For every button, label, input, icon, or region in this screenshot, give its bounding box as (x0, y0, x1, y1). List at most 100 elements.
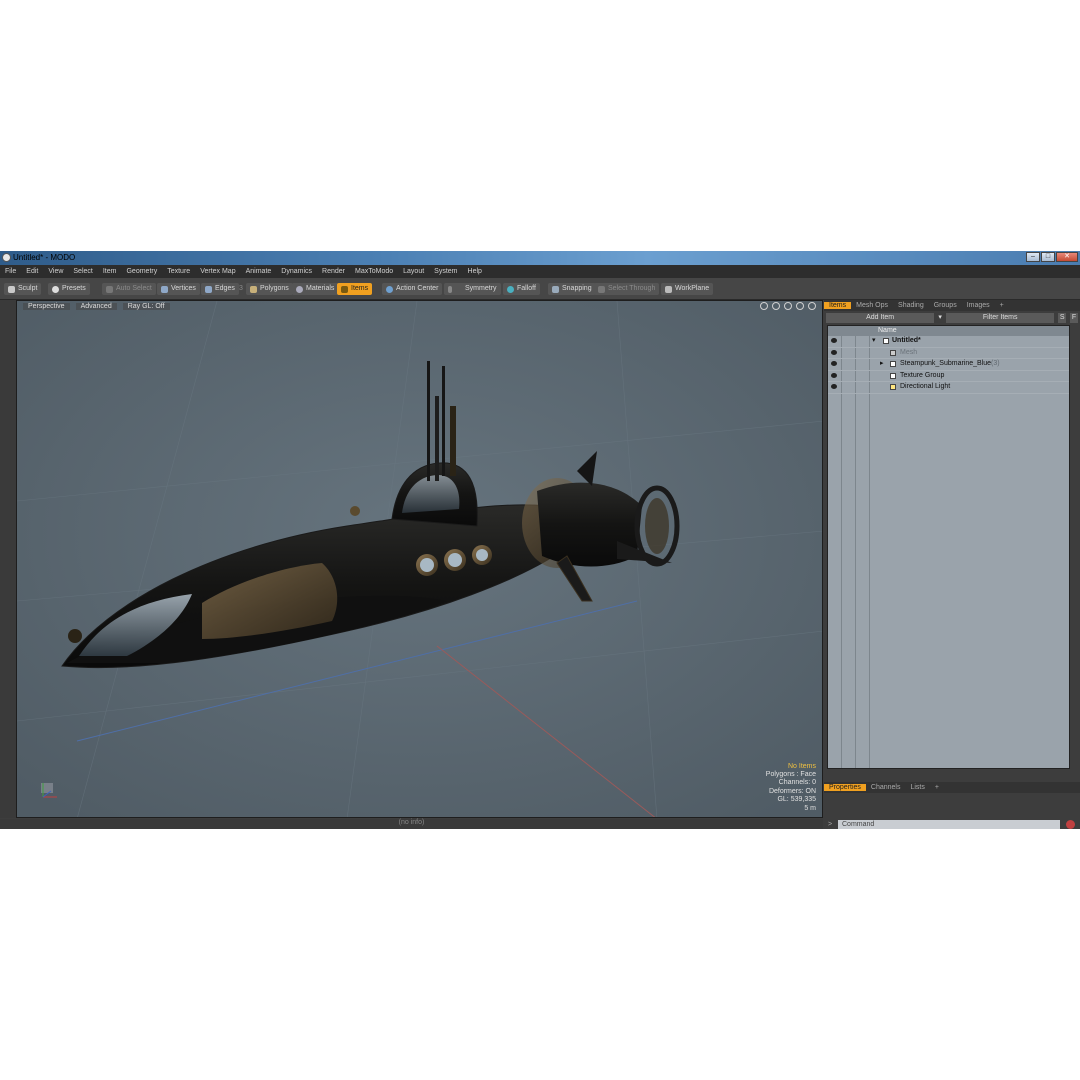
menu-view[interactable]: View (43, 268, 68, 275)
list-item[interactable]: ▸ Steampunk_Submarine_Blue (3) (828, 359, 1069, 371)
expand-arrow-icon[interactable]: ▾ (872, 336, 876, 347)
menu-animate[interactable]: Animate (241, 268, 277, 275)
list-item[interactable]: ▾ Untitled* (828, 336, 1069, 348)
vertices-button[interactable]: Vertices (157, 283, 200, 295)
visibility-eye-icon[interactable] (831, 338, 837, 343)
brush-icon (8, 285, 15, 293)
view-perspective-dropdown[interactable]: Perspective (23, 302, 70, 310)
tab-channels[interactable]: Channels (866, 784, 906, 791)
f-button[interactable]: F (1070, 312, 1078, 323)
menu-dynamics[interactable]: Dynamics (276, 268, 317, 275)
menu-edit[interactable]: Edit (21, 268, 43, 275)
workplane-button[interactable]: WorkPlane (661, 283, 714, 295)
scene-icon (883, 338, 889, 344)
status-bar: (no info) (0, 819, 823, 829)
menu-maxtomodo[interactable]: MaxToModo (350, 268, 398, 275)
items-panel: Items Mesh Ops Shading Groups Images + A… (824, 300, 1080, 829)
deformers-info: Deformers: ON (768, 787, 816, 795)
close-button[interactable]: ✕ (1056, 252, 1078, 262)
viewport-nav-icons (760, 302, 816, 310)
menu-select[interactable]: Select (68, 268, 97, 275)
shading-mode-dropdown[interactable]: Advanced (75, 302, 117, 310)
item-list: Name ▾ Untitled* Mesh ▸ Steampunk_Submar… (827, 325, 1070, 769)
materials-icon (296, 285, 303, 293)
expand-arrow-icon[interactable]: ▸ (880, 359, 884, 370)
tab-add[interactable]: + (995, 302, 1009, 309)
menu-item[interactable]: Item (98, 268, 122, 275)
list-item[interactable]: Directional Light (828, 382, 1069, 394)
items-button[interactable]: Items (337, 283, 373, 295)
tab-images[interactable]: Images (962, 302, 995, 309)
menu-help[interactable]: Help (463, 268, 487, 275)
mesh-icon (890, 349, 896, 356)
auto-select-icon (106, 285, 113, 293)
menu-geometry[interactable]: Geometry (121, 268, 162, 275)
zoom-view-icon[interactable] (784, 302, 792, 310)
materials-button[interactable]: Materials (292, 283, 339, 295)
visibility-eye-icon[interactable] (831, 361, 837, 367)
menu-system[interactable]: System (429, 268, 462, 275)
column-name[interactable]: Name (878, 327, 897, 334)
group-icon (890, 361, 896, 368)
sculpt-button[interactable]: Sculpt (4, 283, 42, 295)
snapping-icon (552, 285, 559, 293)
record-icon[interactable] (1066, 820, 1075, 829)
filter-items-input[interactable]: Filter Items (946, 312, 1055, 323)
auto-select-button[interactable]: Auto Select (102, 283, 156, 295)
action-center-button[interactable]: Action Center (382, 283, 443, 295)
tab-lists[interactable]: Lists (905, 784, 929, 791)
item-count: (3) (991, 360, 1000, 368)
list-item[interactable]: Texture Group (828, 371, 1069, 383)
item-label: Untitled* (892, 337, 921, 344)
polygons-info: Polygons : Face (765, 770, 816, 778)
polygons-icon (250, 285, 257, 293)
maximize-view-icon[interactable] (796, 302, 804, 310)
menu-texture[interactable]: Texture (162, 268, 195, 275)
menu-layout[interactable]: Layout (398, 268, 429, 275)
menu-bar: File Edit View Select Item Geometry Text… (0, 265, 1080, 278)
vertices-icon (161, 285, 168, 293)
tab-properties[interactable]: Properties (824, 784, 866, 791)
add-item-dropdown[interactable]: Add Item (826, 312, 935, 323)
menu-file[interactable]: File (0, 268, 21, 275)
item-list-header: Name (828, 326, 1069, 336)
minimize-button[interactable]: – (1026, 252, 1040, 262)
chevron-down-icon: ▾ (938, 313, 942, 321)
texture-group-icon (890, 372, 896, 379)
raygl-toggle[interactable]: Ray GL: Off (122, 302, 170, 310)
tab-mesh-ops[interactable]: Mesh Ops (851, 302, 893, 309)
command-input[interactable]: Command (838, 820, 1060, 829)
select-through-button[interactable]: Select Through (594, 283, 660, 295)
settings-gear-icon[interactable] (808, 302, 816, 310)
light-icon (890, 384, 896, 391)
selection-info: No Items (787, 762, 816, 770)
3d-viewport[interactable]: Perspective Advanced Ray GL: Off No Item… (16, 300, 823, 818)
visibility-eye-icon[interactable] (831, 349, 837, 355)
items-panel-tabs: Items Mesh Ops Shading Groups Images + (824, 300, 1080, 311)
falloff-button[interactable]: Falloff (503, 283, 540, 295)
properties-panel: Properties Channels Lists + > Command (824, 782, 1080, 829)
snapping-button[interactable]: Snapping (548, 283, 596, 295)
properties-panel-tabs: Properties Channels Lists + (824, 782, 1080, 793)
visibility-eye-icon[interactable] (831, 384, 837, 390)
window-title: Untitled* - MODO (13, 253, 76, 262)
polygons-button[interactable]: Polygons (246, 283, 293, 295)
edges-button[interactable]: Edges (201, 283, 239, 295)
tab-groups[interactable]: Groups (929, 302, 962, 309)
menu-vertex-map[interactable]: Vertex Map (195, 268, 240, 275)
tab-shading[interactable]: Shading (893, 302, 929, 309)
list-item[interactable]: Mesh (828, 348, 1069, 360)
symmetry-button[interactable]: Symmetry (444, 283, 501, 295)
maximize-button[interactable]: □ (1041, 252, 1055, 262)
tab-add[interactable]: + (930, 784, 944, 791)
s-button[interactable]: S (1058, 312, 1067, 323)
rotate-view-icon[interactable] (772, 302, 780, 310)
presets-button[interactable]: Presets (48, 283, 90, 295)
move-view-icon[interactable] (760, 302, 768, 310)
tab-items[interactable]: Items (824, 302, 852, 309)
modo-app-icon (2, 253, 11, 262)
scale-info: 5 m (804, 804, 816, 812)
channels-info: Channels: 0 (778, 779, 816, 787)
menu-render[interactable]: Render (317, 268, 350, 275)
visibility-eye-icon[interactable] (831, 372, 837, 378)
